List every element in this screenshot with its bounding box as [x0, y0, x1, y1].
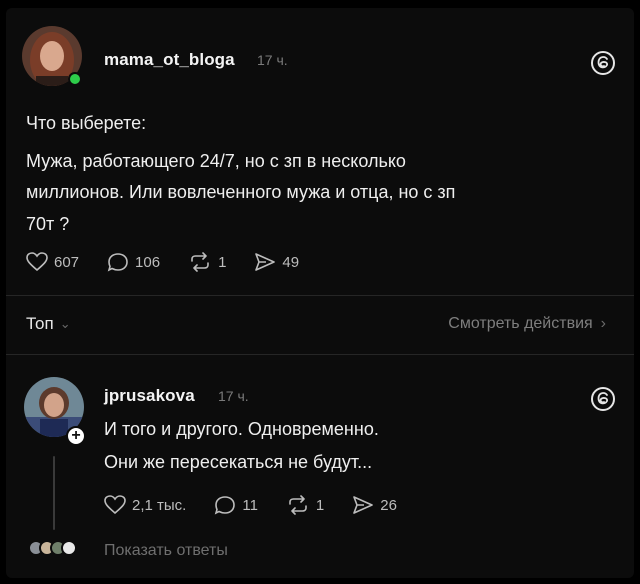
comment-button[interactable]: 11: [214, 495, 258, 515]
repost-icon: [289, 495, 307, 515]
like-button[interactable]: 2,1 тыс.: [104, 495, 186, 515]
share-icon: [353, 496, 374, 514]
reply-text-line: Они же пересекаться не будут...: [104, 452, 373, 472]
plus-icon: +: [71, 427, 81, 444]
divider: [6, 354, 634, 355]
like-count: 607: [54, 253, 80, 271]
threads-logo-icon[interactable]: [590, 386, 616, 412]
thread-connector-line: [53, 456, 55, 530]
post-username[interactable]: mama_ot_bloga: [104, 50, 235, 70]
post-text-line: 70т ?: [26, 214, 70, 234]
post-text-line: Что выберете:: [26, 113, 147, 133]
share-button[interactable]: 26: [352, 495, 397, 515]
like-button[interactable]: 607: [26, 252, 79, 272]
share-count: 49: [282, 253, 300, 271]
heart-icon: [104, 495, 126, 515]
reply-text-line: И того и другого. Одновременно.: [104, 419, 379, 439]
divider: [6, 295, 634, 296]
repost-count: 1: [315, 496, 325, 514]
comment-icon: [215, 496, 236, 515]
share-count: 26: [380, 496, 397, 514]
view-activity-label: Смотреть действия: [448, 315, 593, 332]
reply-actions: 2,1 тыс. 11 1 26: [104, 495, 425, 515]
thread-frame: mama_ot_bloga 17 ч. Что выберете: Мужа, …: [6, 8, 634, 578]
post-actions: 607 106 1 49: [26, 252, 327, 272]
online-status-dot: [68, 72, 82, 86]
repost-button[interactable]: 1: [188, 252, 226, 272]
comment-button[interactable]: 106: [107, 252, 160, 272]
repost-count: 1: [218, 253, 227, 271]
avatar: [61, 540, 77, 556]
chevron-right-icon: ›: [600, 315, 606, 332]
sort-dropdown[interactable]: Топ ⌄: [26, 314, 71, 334]
repost-icon: [191, 252, 209, 272]
share-icon: [255, 253, 276, 271]
reply-username[interactable]: jprusakova: [104, 386, 195, 406]
heart-icon: [26, 252, 48, 272]
comment-count: 11: [242, 496, 258, 514]
post-time: 17 ч.: [257, 52, 288, 68]
chevron-down-icon: ⌄: [59, 316, 71, 331]
comment-icon: [107, 253, 128, 272]
post-text-line: Мужа, работающего 24/7, но с зп в нескол…: [26, 151, 406, 171]
comment-count: 106: [135, 253, 161, 271]
post-text-line: миллионов. Или вовлеченного мужа и отца,…: [26, 182, 456, 202]
share-button[interactable]: 49: [254, 252, 299, 272]
repost-button[interactable]: 1: [286, 495, 324, 515]
like-count: 2,1 тыс.: [132, 496, 187, 514]
show-replies-link[interactable]: Показать ответы: [104, 542, 228, 560]
sort-label: Топ: [26, 314, 54, 333]
follow-plus-button[interactable]: +: [66, 426, 86, 446]
replier-avatars[interactable]: [28, 540, 77, 556]
threads-logo-icon[interactable]: [590, 50, 616, 76]
reply-time: 17 ч.: [218, 388, 249, 404]
view-activity-link[interactable]: Смотреть действия ›: [448, 315, 606, 333]
